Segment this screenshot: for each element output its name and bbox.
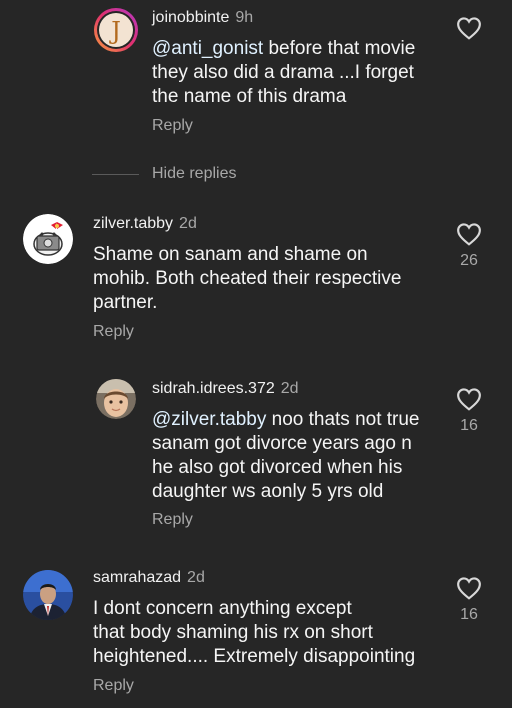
comment-text: @anti_gonist before that movie they also… — [152, 38, 416, 107]
avatar[interactable] — [23, 214, 73, 264]
heart-icon[interactable] — [456, 576, 482, 600]
comment-time: 2d — [179, 215, 197, 232]
mention-link[interactable]: @anti_gonist — [152, 38, 263, 59]
comment-username[interactable]: joinobbinte 9h — [152, 9, 253, 27]
comment-username[interactable]: samrahazad 2d — [93, 569, 205, 587]
reply-button[interactable]: Reply — [93, 677, 134, 695]
like-count: 16 — [460, 417, 478, 434]
reply-button[interactable]: Reply — [152, 511, 193, 529]
comment-time: 9h — [235, 9, 254, 26]
avatar[interactable]: J — [93, 7, 139, 53]
mention-link[interactable]: @zilver.tabby — [152, 409, 266, 430]
comment-text: Shame on sanam and shame on mohib. Both … — [93, 244, 402, 313]
reply-button[interactable]: Reply — [93, 323, 134, 341]
heart-icon[interactable] — [456, 222, 482, 246]
heart-icon[interactable] — [456, 387, 482, 411]
comment-time: 2d — [187, 569, 205, 586]
comment-text: I dont concern anything except that body… — [93, 598, 416, 667]
like-count: 16 — [460, 606, 478, 623]
comment-text: @zilver.tabby noo thats not true sanam g… — [152, 409, 420, 502]
comment-username[interactable]: zilver.tabby 2d — [93, 215, 197, 233]
reply-button[interactable]: Reply — [152, 117, 193, 135]
hide-replies-button[interactable]: Hide replies — [152, 165, 236, 183]
heart-icon[interactable] — [456, 16, 482, 40]
comment-username[interactable]: sidrah.idrees.372 2d — [152, 380, 299, 398]
hide-replies-divider — [92, 174, 139, 175]
like-count: 26 — [460, 252, 478, 269]
avatar[interactable] — [23, 570, 73, 620]
comment-time: 2d — [280, 380, 299, 397]
avatar[interactable] — [96, 379, 136, 419]
